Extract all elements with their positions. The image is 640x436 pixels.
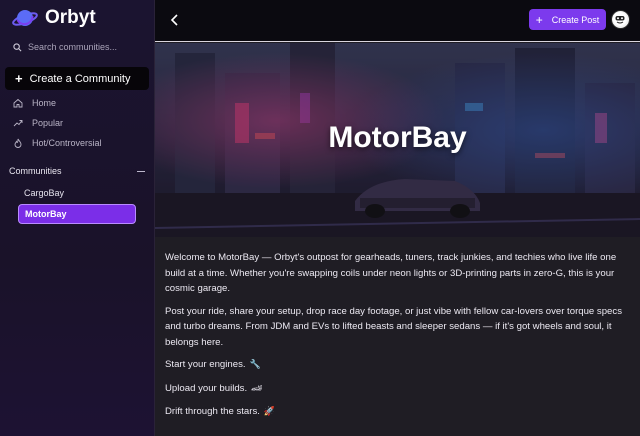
community-description: Welcome to MotorBay — Orbyt's outpost fo… (165, 250, 630, 428)
rocket-icon: 🚀 (263, 407, 276, 417)
user-avatar-icon (613, 12, 627, 26)
trending-icon (13, 120, 23, 127)
avatar[interactable] (611, 10, 630, 29)
search-input[interactable] (28, 42, 146, 52)
community-item-motorbay[interactable]: MotorBay (18, 204, 136, 224)
tagline: Upload your builds. 🏎 (165, 381, 630, 398)
brand[interactable]: Orbyt (12, 4, 96, 32)
sidebar-item-home[interactable]: Home (0, 93, 155, 113)
community-banner: MotorBay (155, 43, 640, 237)
sidebar-item-label: Popular (32, 118, 64, 128)
main-content: + Create Post MotorBay Welcome to MotorB… (155, 0, 640, 436)
sidebar: Orbyt + Create a Community Home Popular (0, 0, 155, 436)
communities-title: Communities (9, 166, 62, 176)
search-bar[interactable] (8, 38, 148, 56)
community-label: MotorBay (25, 209, 67, 219)
flame-icon (14, 138, 22, 148)
create-post-label: Create Post (551, 14, 600, 25)
description-paragraph: Welcome to MotorBay — Orbyt's outpost fo… (165, 252, 617, 294)
tagline-text: Start your engines. (165, 359, 246, 370)
sidebar-nav: Home Popular Hot/Controversial (0, 93, 155, 153)
wrench-icon: 🔧 (249, 360, 261, 370)
race-car-icon: 🏎 (251, 383, 263, 394)
back-arrow-icon[interactable] (167, 12, 183, 28)
sidebar-item-popular[interactable]: Popular (0, 113, 155, 133)
community-label: CargoBay (24, 187, 65, 198)
community-item-cargobay[interactable]: CargoBay (18, 183, 136, 202)
tagline: Start your engines. 🔧 (165, 357, 630, 374)
top-bar: + Create Post (155, 0, 640, 42)
community-title: MotorBay (328, 121, 467, 154)
description-paragraph: Post your ride, share your setup, drop r… (165, 305, 622, 348)
create-community-button[interactable]: + Create a Community (5, 67, 149, 90)
tagline: Drift through the stars. 🚀 (165, 404, 630, 421)
sidebar-item-hot[interactable]: Hot/Controversial (0, 133, 155, 153)
sidebar-item-label: Hot/Controversial (32, 138, 102, 148)
sidebar-item-label: Home (32, 98, 57, 108)
communities-header[interactable]: Communities (9, 166, 145, 176)
planet-logo-icon (12, 10, 38, 26)
brand-name: Orbyt (45, 7, 96, 28)
create-community-label: Create a Community (29, 72, 131, 85)
create-post-button[interactable]: + Create Post (529, 9, 606, 30)
community-list: CargoBay MotorBay (18, 183, 136, 224)
plus-icon: + (535, 12, 543, 27)
tagline-text: Drift through the stars. (165, 406, 260, 417)
home-icon (13, 98, 23, 108)
tagline-text: Upload your builds. (165, 382, 248, 394)
search-icon (13, 42, 22, 51)
collapse-icon[interactable] (137, 170, 145, 172)
plus-icon: + (15, 71, 23, 86)
